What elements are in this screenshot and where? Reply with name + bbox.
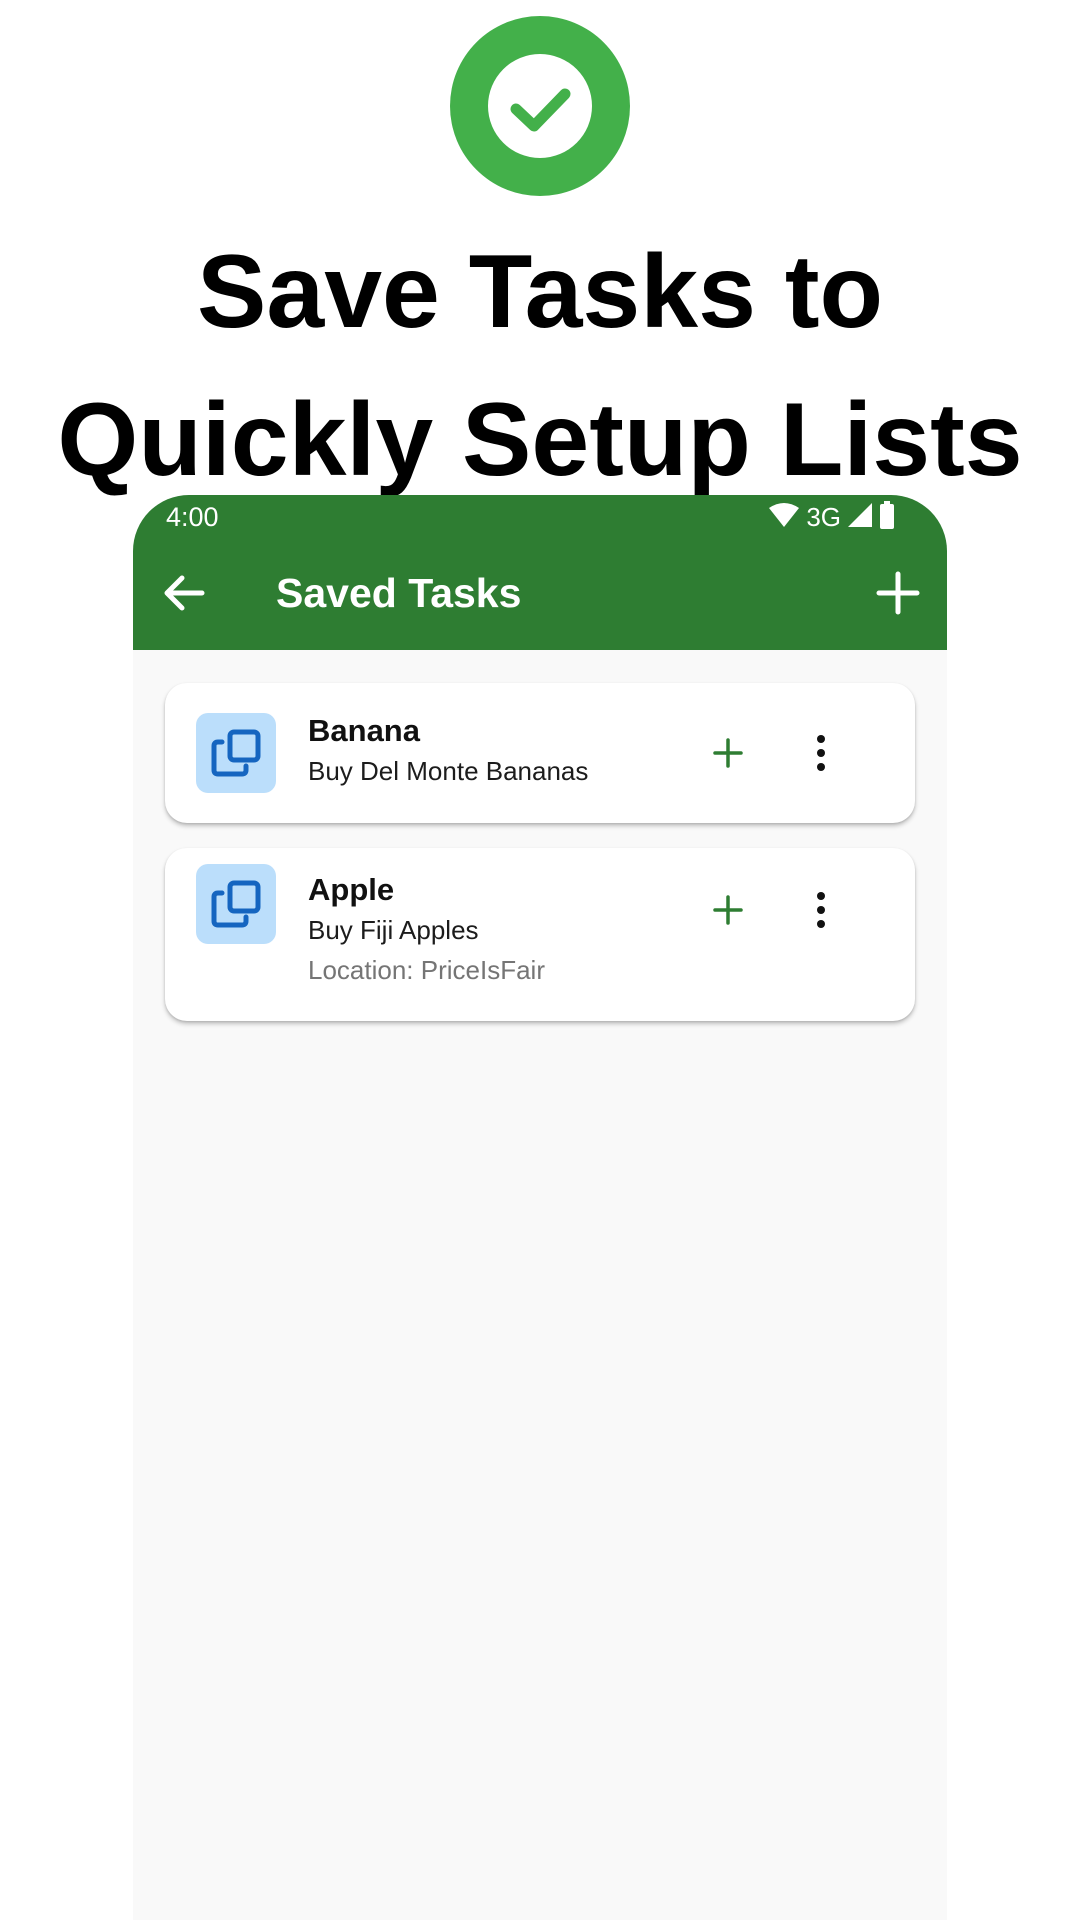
status-bar: 4:00 3G: [133, 495, 947, 537]
copy-icon: [196, 713, 276, 793]
add-icon: [713, 895, 743, 925]
saved-task-location: Location: PriceIsFair: [308, 955, 545, 985]
app-bar: Saved Tasks: [133, 537, 947, 650]
status-icons: 3G: [768, 500, 895, 534]
status-time: 4:00: [166, 502, 219, 532]
add-saved-task-button[interactable]: [865, 560, 931, 626]
more-vert-icon: [817, 892, 825, 928]
saved-task-title: Banana: [308, 713, 420, 748]
saved-task-description: Buy Fiji Apples: [308, 915, 479, 945]
add-task-to-list-button[interactable]: [698, 723, 758, 783]
add-icon: [876, 571, 920, 615]
signal-icon: [847, 502, 873, 533]
saved-task-text: Apple Buy Fiji Apples Location: PriceIsF…: [308, 870, 545, 990]
saved-task-title: Apple: [308, 872, 395, 907]
task-options-button[interactable]: [791, 723, 851, 783]
copy-icon: [196, 864, 276, 944]
back-button[interactable]: [151, 560, 217, 626]
battery-icon: [879, 500, 895, 534]
network-type-label: 3G: [806, 502, 841, 532]
saved-task-card[interactable]: Banana Buy Del Monte Bananas: [165, 683, 915, 823]
promo-screen: Save Tasks to Quickly Setup Lists 4:00 3…: [0, 0, 1080, 1920]
wifi-icon: [768, 502, 800, 533]
check-circle-icon: [450, 16, 630, 196]
add-task-to-list-button[interactable]: [698, 880, 758, 940]
more-vert-icon: [817, 735, 825, 771]
phone-screen: 4:00 3G Saved Tasks Banana Buy Del Monte…: [133, 495, 947, 1920]
saved-tasks-list: Banana Buy Del Monte Bananas Apple Buy F…: [165, 683, 915, 1046]
page-title: Saved Tasks: [276, 570, 522, 616]
task-options-button[interactable]: [791, 880, 851, 940]
arrow-back-icon: [164, 575, 205, 611]
saved-task-text: Banana Buy Del Monte Bananas: [308, 711, 588, 791]
saved-task-description: Buy Del Monte Bananas: [308, 756, 589, 786]
add-icon: [713, 738, 743, 768]
saved-task-card[interactable]: Apple Buy Fiji Apples Location: PriceIsF…: [165, 848, 915, 1021]
promo-headline: Save Tasks to Quickly Setup Lists: [57, 234, 1023, 498]
